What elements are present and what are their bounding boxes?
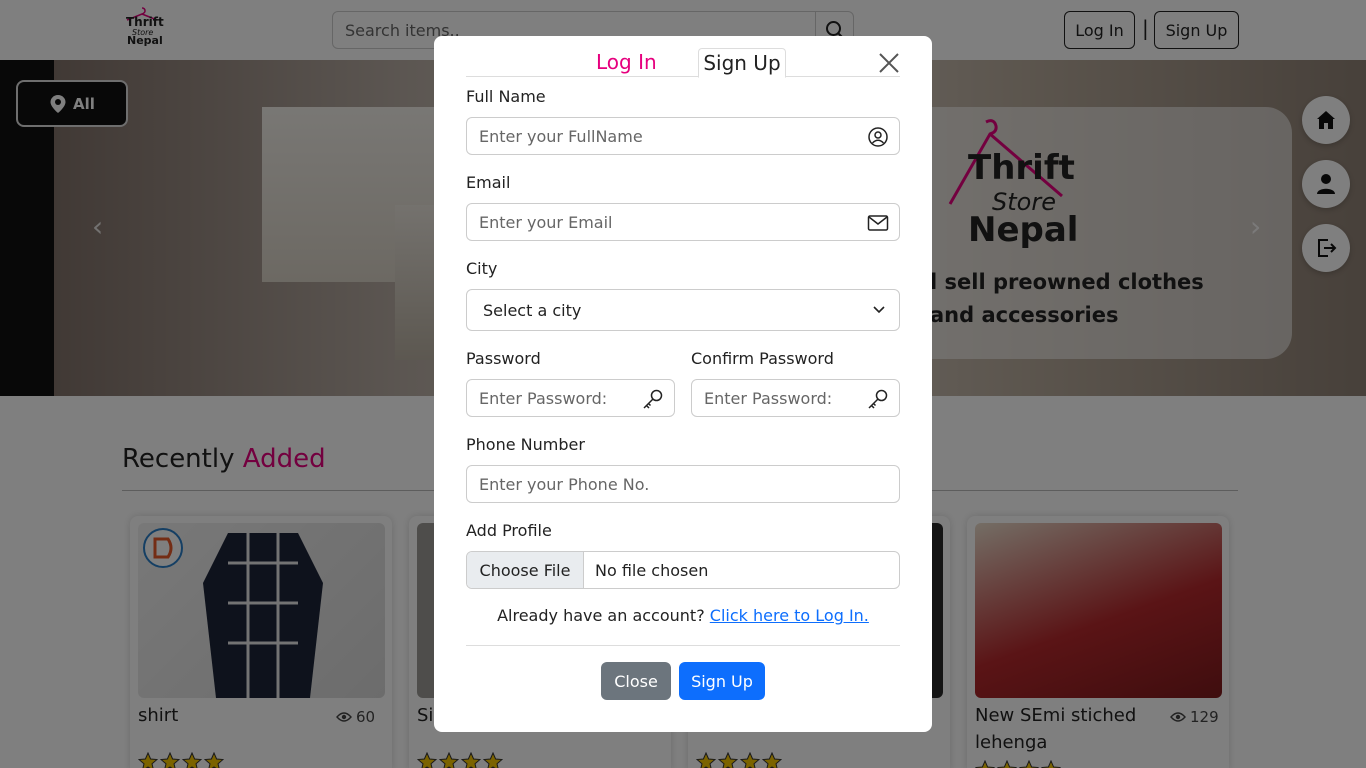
fullname-label: Full Name (466, 87, 546, 106)
already-account-text: Already have an account? Click here to L… (434, 606, 932, 625)
tab-signup[interactable]: Sign Up (698, 48, 786, 78)
city-label: City (466, 259, 498, 278)
tab-login[interactable]: Log In (596, 50, 657, 74)
close-icon[interactable] (878, 52, 900, 74)
email-placeholder: Enter your Email (479, 213, 613, 232)
chevron-down-icon (873, 306, 885, 314)
file-status: No file chosen (595, 561, 709, 580)
key-icon (643, 389, 663, 409)
email-label: Email (466, 173, 511, 192)
confirm-password-label: Confirm Password (691, 349, 834, 368)
password-placeholder: Enter Password: (479, 389, 608, 408)
choose-file-button[interactable]: Choose File (467, 552, 584, 588)
city-select[interactable]: Select a city (466, 289, 900, 331)
fullname-input[interactable]: Enter your FullName (466, 117, 900, 155)
fullname-placeholder: Enter your FullName (479, 127, 643, 146)
modal-tabs: Log In Sign Up (466, 48, 900, 78)
signup-modal: Log In Sign Up Full Name Enter your Full… (434, 36, 932, 732)
profile-file-input[interactable]: Choose File No file chosen (466, 551, 900, 589)
city-selected-value: Select a city (483, 301, 582, 320)
phone-input[interactable]: Enter your Phone No. (466, 465, 900, 503)
password-input[interactable]: Enter Password: (466, 379, 675, 417)
confirm-password-placeholder: Enter Password: (704, 389, 833, 408)
submit-signup-button[interactable]: Sign Up (679, 662, 765, 700)
profile-label: Add Profile (466, 521, 552, 540)
password-label: Password (466, 349, 541, 368)
key-icon (868, 389, 888, 409)
modal-footer-divider (466, 645, 900, 646)
phone-label: Phone Number (466, 435, 585, 454)
user-circle-icon (868, 127, 888, 147)
email-input[interactable]: Enter your Email (466, 203, 900, 241)
phone-placeholder: Enter your Phone No. (479, 475, 650, 494)
envelope-icon (867, 215, 889, 231)
close-button[interactable]: Close (601, 662, 671, 700)
confirm-password-input[interactable]: Enter Password: (691, 379, 900, 417)
login-link[interactable]: Click here to Log In. (710, 606, 869, 625)
already-text: Already have an account? (497, 606, 705, 625)
